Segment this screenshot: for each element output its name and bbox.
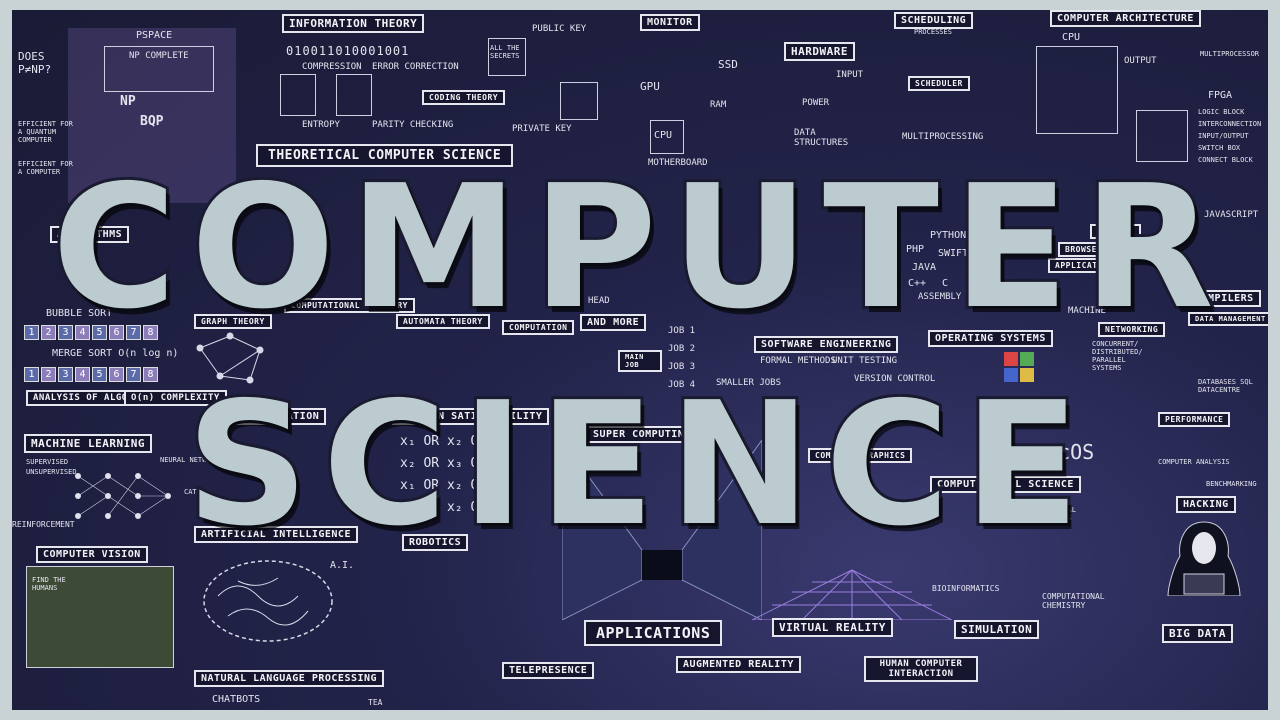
all-the-secrets: ALL THE SECRETS [490, 44, 520, 60]
simulation-label: SIMULATION [954, 620, 1040, 639]
virtual-reality-label: VIRTUAL REALITY [772, 618, 893, 637]
scheduling-label: SCHEDULING [894, 12, 974, 29]
fpga-label: FPGA [1208, 90, 1233, 101]
hci-label: HUMAN COMPUTER INTERACTION [864, 656, 978, 682]
architecture-cpu-label: CPU [1062, 32, 1081, 43]
input-label: INPUT [836, 70, 864, 80]
scheduler-label: SCHEDULER [908, 76, 970, 91]
multiprocessing-label: MULTIPROCESSING [902, 132, 984, 142]
infographic-background: PSPACE NP COMPLETE NP BQP DOES P≠NP? EFF… [12, 10, 1268, 710]
pspace-label: PSPACE [136, 30, 173, 41]
big-data-label: BIG DATA [1162, 624, 1233, 643]
ssd-label: SSD [718, 58, 738, 71]
np-complete-box: NP COMPLETE [104, 46, 214, 92]
merge-sort-label: MERGE SORT O(n log n) [52, 348, 179, 359]
fpga-item-2: INPUT/OUTPUT [1198, 132, 1249, 140]
computational-chemistry-label: COMPUTATIONAL CHEMISTRY [1042, 592, 1105, 610]
find-the-humans-label: FIND THE HUMANS [32, 576, 66, 592]
ai-brain-drawing [203, 560, 333, 642]
processes-label: PROCESSES [914, 28, 952, 36]
augmented-reality-label: AUGMENTED REALITY [676, 656, 801, 673]
telepresence-label: TELEPRESENCE [502, 662, 595, 679]
applications-label: APPLICATIONS [584, 620, 723, 646]
nlp-label: NATURAL LANGUAGE PROCESSING [194, 670, 385, 687]
headline-science: SCIENCE [183, 363, 1094, 567]
np-label: NP [120, 94, 136, 109]
cpu-diagram-box [1036, 46, 1118, 134]
headline-computer: COMPUTER [49, 146, 1229, 350]
tea-label: TEA [368, 698, 383, 707]
information-theory-label: INFORMATION THEORY [282, 14, 425, 33]
gpu-label: GPU [640, 80, 660, 93]
bqp-label: BQP [140, 114, 164, 129]
cpu-label: CPU [654, 130, 673, 141]
fpga-item-0: LOGIC BLOCK [1198, 108, 1245, 116]
fpga-item-1: INTERCONNECTION [1198, 120, 1262, 128]
data-structures-label: DATA STRUCTURES [794, 128, 849, 148]
flower-box-2 [336, 74, 372, 116]
p-np-question: DOES P≠NP? [18, 50, 52, 76]
parity-checking-label: PARITY CHECKING [372, 120, 454, 130]
multiprocessor-label: MULTIPROCESSOR [1200, 50, 1260, 58]
flower-box-1 [280, 74, 316, 116]
binary-string: 010011010001001 [286, 44, 410, 58]
error-correction-label: ERROR CORRECTION [372, 62, 459, 72]
efficient-quantum-note: EFFICIENT FOR A QUANTUM COMPUTER [18, 120, 73, 144]
compression-label: COMPRESSION [302, 62, 362, 72]
hardware-label: HARDWARE [784, 42, 855, 61]
public-key-label: PUBLIC KEY [532, 24, 587, 34]
computer-architecture-label: COMPUTER ARCHITECTURE [1050, 10, 1201, 27]
np-complete-label: NP COMPLETE [129, 51, 189, 61]
private-key-label: PRIVATE KEY [512, 124, 572, 134]
coding-theory-label: CODING THEORY [422, 90, 506, 105]
ram-label: RAM [710, 100, 727, 110]
secrets-box-2 [560, 82, 598, 120]
entropy-label: ENTROPY [302, 120, 340, 130]
bioinformatics-label: BIOINFORMATICS [932, 584, 1000, 593]
chatbots-label: CHATBOTS [212, 694, 261, 705]
output-label: OUTPUT [1124, 56, 1157, 66]
power-label: POWER [802, 98, 830, 108]
monitor-label: MONITOR [640, 14, 700, 31]
